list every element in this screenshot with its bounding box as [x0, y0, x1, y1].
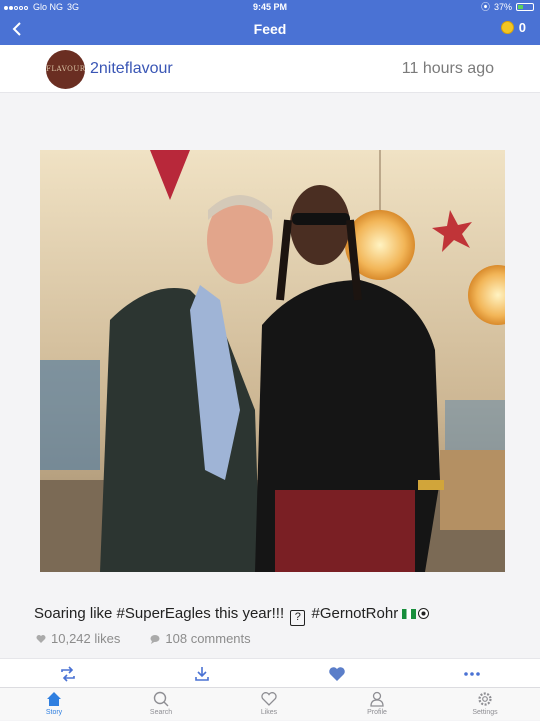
- tab-story-label: Story: [45, 709, 63, 716]
- repost-button[interactable]: [58, 664, 78, 684]
- soccer-ball-icon: [418, 608, 430, 619]
- comment-bubble-icon: [150, 634, 160, 644]
- caption-text: Soaring like #SuperEagles this year!!!: [34, 605, 285, 622]
- battery-percent: 37%: [493, 2, 512, 12]
- post-actions: [0, 658, 540, 687]
- heart-small-icon: [36, 634, 46, 643]
- likes-text: 10,242 likes: [51, 631, 121, 646]
- post-photo[interactable]: [40, 150, 505, 572]
- page-title: Feed: [253, 21, 287, 37]
- coin-balance[interactable]: 0: [500, 20, 526, 35]
- post-caption: Soaring like #SuperEagles this year!!! ?…: [34, 605, 430, 626]
- tab-settings-label: Settings: [472, 709, 498, 716]
- status-bar: Glo NG 3G 9:45 PM ⦿ 37%: [0, 0, 540, 14]
- tab-bar: Story Search Likes Profile Settings: [0, 687, 540, 720]
- person-icon: [370, 691, 384, 707]
- tab-likes[interactable]: Likes: [239, 688, 299, 721]
- gear-icon: [478, 692, 492, 706]
- status-time: 9:45 PM: [252, 2, 287, 12]
- battery-icon: [516, 3, 534, 11]
- heart-icon: [261, 692, 277, 706]
- coin-count: 0: [518, 20, 526, 35]
- tab-profile[interactable]: Profile: [347, 688, 407, 721]
- comments-count[interactable]: 108 comments: [150, 631, 251, 646]
- status-right: ⦿ 37%: [481, 0, 534, 14]
- photo-illustration: [40, 150, 505, 572]
- ellipsis-icon: [464, 672, 480, 676]
- navigation-bar: Feed 0: [0, 14, 540, 45]
- nigeria-flag-icon: [402, 609, 417, 619]
- tab-likes-label: Likes: [260, 709, 278, 716]
- download-button[interactable]: [192, 664, 212, 684]
- caption-hashtag[interactable]: #GernotRohr: [311, 605, 398, 622]
- post-stats: 10,242 likes 108 comments: [36, 631, 251, 646]
- tab-story[interactable]: Story: [24, 688, 84, 721]
- search-icon: [153, 691, 169, 707]
- tab-profile-label: Profile: [367, 709, 387, 716]
- tab-search-label: Search: [149, 709, 173, 716]
- top-bar: Glo NG 3G 9:45 PM ⦿ 37% Feed 0: [0, 0, 540, 45]
- unknown-emoji-icon: ?: [290, 610, 306, 626]
- coin-icon: [500, 21, 514, 34]
- location-icon: ⦿: [480, 2, 490, 12]
- home-icon: [47, 692, 61, 706]
- comments-text: 108 comments: [165, 631, 251, 646]
- tab-search[interactable]: Search: [131, 688, 191, 721]
- download-icon: [195, 667, 209, 681]
- heart-icon: [329, 667, 345, 681]
- post-header: FLAVOUR 2niteflavour 11 hours ago: [0, 45, 540, 93]
- likes-count[interactable]: 10,242 likes: [36, 631, 120, 646]
- repost-icon: [61, 666, 75, 682]
- avatar[interactable]: FLAVOUR: [46, 50, 85, 89]
- tab-settings[interactable]: Settings: [455, 688, 515, 721]
- like-button[interactable]: [327, 664, 347, 684]
- post-username[interactable]: 2niteflavour: [90, 60, 173, 78]
- post-time: 11 hours ago: [401, 60, 494, 77]
- more-options-button[interactable]: [462, 664, 482, 684]
